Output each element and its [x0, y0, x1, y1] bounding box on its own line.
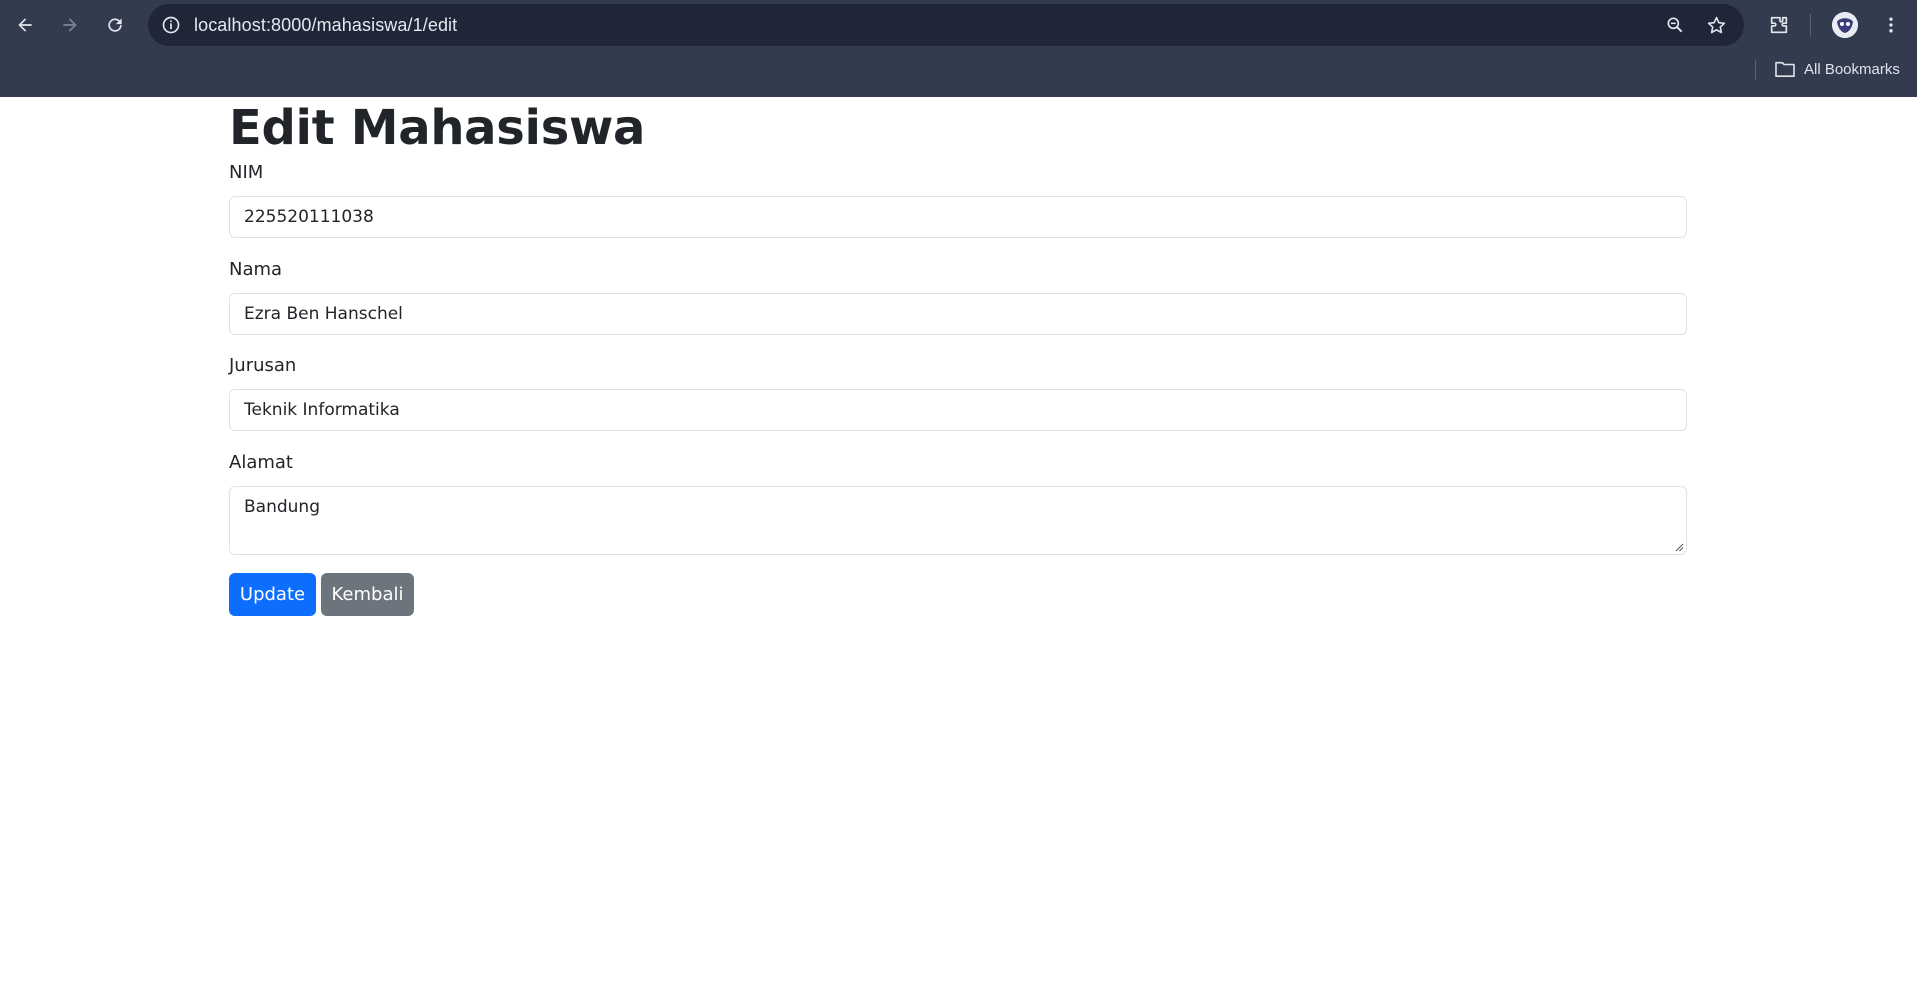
bookmark-star-icon[interactable]: [1704, 13, 1728, 37]
back-button[interactable]: Kembali: [321, 573, 414, 616]
address-bar[interactable]: localhost:8000/mahasiswa/1/edit: [148, 4, 1744, 46]
jurusan-label: Jurusan: [229, 355, 297, 376]
browser-chrome: localhost:8000/mahasiswa/1/edit All Book…: [0, 0, 1917, 97]
resize-grip-icon[interactable]: [1674, 542, 1684, 552]
bookmarks-separator: [1755, 60, 1756, 80]
jurusan-field[interactable]: Teknik Informatika: [229, 389, 1687, 431]
zoom-icon[interactable]: [1663, 13, 1687, 37]
extensions-icon[interactable]: [1765, 11, 1793, 39]
forward-icon[interactable]: [53, 8, 87, 42]
profile-avatar[interactable]: [1832, 12, 1858, 38]
update-button[interactable]: Update: [229, 573, 316, 616]
alamat-textarea[interactable]: Bandung: [229, 486, 1687, 555]
all-bookmarks-label: All Bookmarks: [1804, 60, 1900, 78]
nim-field[interactable]: 225520111038: [229, 196, 1687, 238]
more-menu-icon[interactable]: [1877, 11, 1905, 39]
all-bookmarks-button[interactable]: All Bookmarks: [1774, 60, 1900, 78]
alamat-value: Bandung: [244, 497, 320, 517]
alamat-label: Alamat: [229, 452, 293, 473]
folder-icon: [1775, 61, 1795, 78]
nim-label: NIM: [229, 162, 264, 183]
back-icon[interactable]: [8, 8, 42, 42]
nama-field[interactable]: Ezra Ben Hanschel: [229, 293, 1687, 335]
reload-icon[interactable]: [98, 8, 132, 42]
page-title: Edit Mahasiswa: [229, 100, 646, 156]
site-info-icon[interactable]: [158, 12, 184, 38]
url-text[interactable]: localhost:8000/mahasiswa/1/edit: [194, 15, 457, 36]
nama-label: Nama: [229, 259, 283, 280]
toolbar-separator: [1810, 14, 1811, 36]
browser-toolbar: localhost:8000/mahasiswa/1/edit: [0, 0, 1917, 50]
